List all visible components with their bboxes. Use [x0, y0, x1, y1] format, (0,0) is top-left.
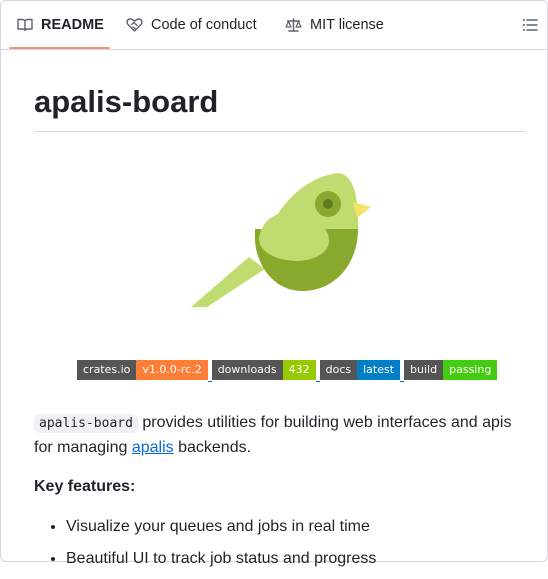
- tab-mit-license[interactable]: MIT license: [285, 1, 384, 49]
- apalis-bird-logo: [191, 173, 371, 307]
- badge-label: docs: [319, 360, 358, 380]
- scale-icon: [285, 18, 302, 32]
- badge-value: latest: [357, 360, 401, 380]
- tab-readme-label: README: [41, 17, 104, 33]
- intro-paragraph: apalis-board provides utilities for buil…: [34, 411, 534, 460]
- heart-handshake-icon: [126, 18, 143, 32]
- book-icon: [17, 18, 33, 32]
- key-features-heading: Key features:: [34, 478, 136, 495]
- badge-crates-io[interactable]: crates.io v1.0.0-rc.2: [77, 360, 212, 382]
- badge-value: passing: [443, 360, 498, 380]
- badge-docs[interactable]: docs latest: [319, 360, 405, 382]
- badge-label: downloads: [211, 360, 283, 380]
- readme-panel: README Code of conduct MIT license apali…: [0, 0, 548, 567]
- tab-mit-license-label: MIT license: [310, 17, 384, 33]
- outline-button[interactable]: [519, 15, 541, 35]
- list-item: Beautiful UI to track job status and pro…: [66, 547, 546, 571]
- active-tab-indicator: [9, 47, 110, 49]
- tab-code-of-conduct-label: Code of conduct: [151, 17, 257, 33]
- badge-downloads[interactable]: downloads 432: [211, 360, 320, 382]
- badge-row: crates.io v1.0.0-rc.2 downloads 432 docs…: [77, 360, 501, 382]
- badge-value: 432: [282, 360, 316, 380]
- intro-text-end: backends.: [173, 439, 252, 456]
- title-divider: [34, 131, 525, 132]
- tab-code-of-conduct[interactable]: Code of conduct: [126, 1, 257, 49]
- apalis-link[interactable]: apalis: [132, 439, 174, 456]
- list-item: Visualize your queues and jobs in real t…: [66, 515, 546, 539]
- badge-build[interactable]: build passing: [404, 360, 498, 380]
- readme-title: apalis-board: [34, 84, 219, 119]
- tab-readme[interactable]: README: [17, 1, 104, 49]
- inline-code: apalis-board: [34, 414, 138, 433]
- list-unordered-icon: [523, 19, 538, 31]
- badge-label: build: [404, 360, 444, 380]
- badge-label: crates.io: [77, 360, 137, 380]
- badge-value: v1.0.0-rc.2: [136, 360, 208, 380]
- features-list: Visualize your queues and jobs in real t…: [34, 515, 546, 579]
- tab-bar: README Code of conduct MIT license: [1, 1, 547, 50]
